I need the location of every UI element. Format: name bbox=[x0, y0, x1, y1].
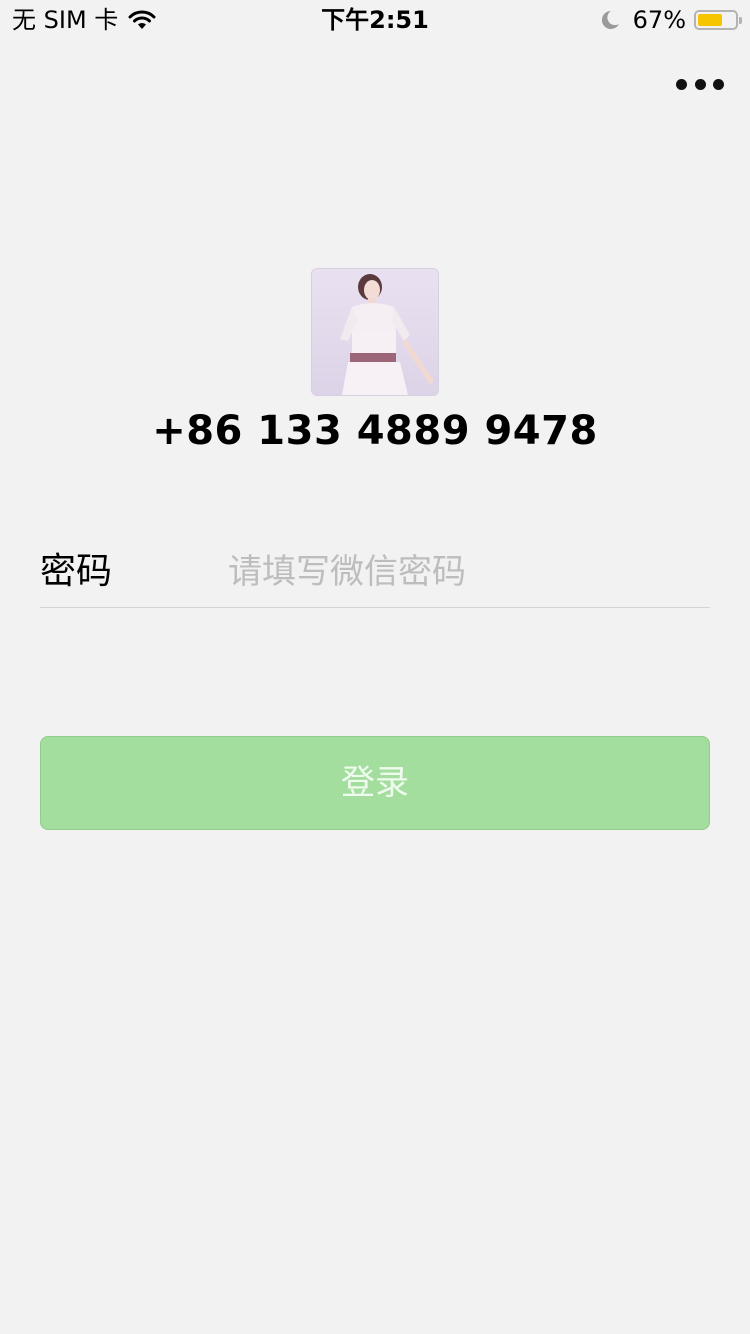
avatar-photo bbox=[312, 269, 438, 395]
status-right: 67% bbox=[599, 6, 742, 34]
battery-percent: 67% bbox=[632, 6, 686, 34]
more-dots-icon[interactable] bbox=[676, 70, 724, 98]
more-dot bbox=[713, 78, 724, 90]
password-row: 密码 bbox=[40, 540, 710, 608]
status-bar: 无 SIM 卡 下午2:51 67% bbox=[0, 0, 750, 40]
password-input[interactable] bbox=[228, 548, 708, 596]
more-dot bbox=[694, 78, 706, 90]
more-dot bbox=[676, 78, 687, 90]
moon-icon bbox=[599, 9, 621, 31]
phone-number: +86 133 4889 9478 bbox=[152, 408, 598, 454]
battery-cap bbox=[739, 17, 742, 24]
battery-icon bbox=[694, 10, 742, 30]
login-button[interactable]: 登录 bbox=[40, 736, 710, 830]
password-label: 密码 bbox=[40, 551, 113, 592]
battery-fill bbox=[698, 14, 723, 26]
avatar bbox=[311, 268, 439, 396]
